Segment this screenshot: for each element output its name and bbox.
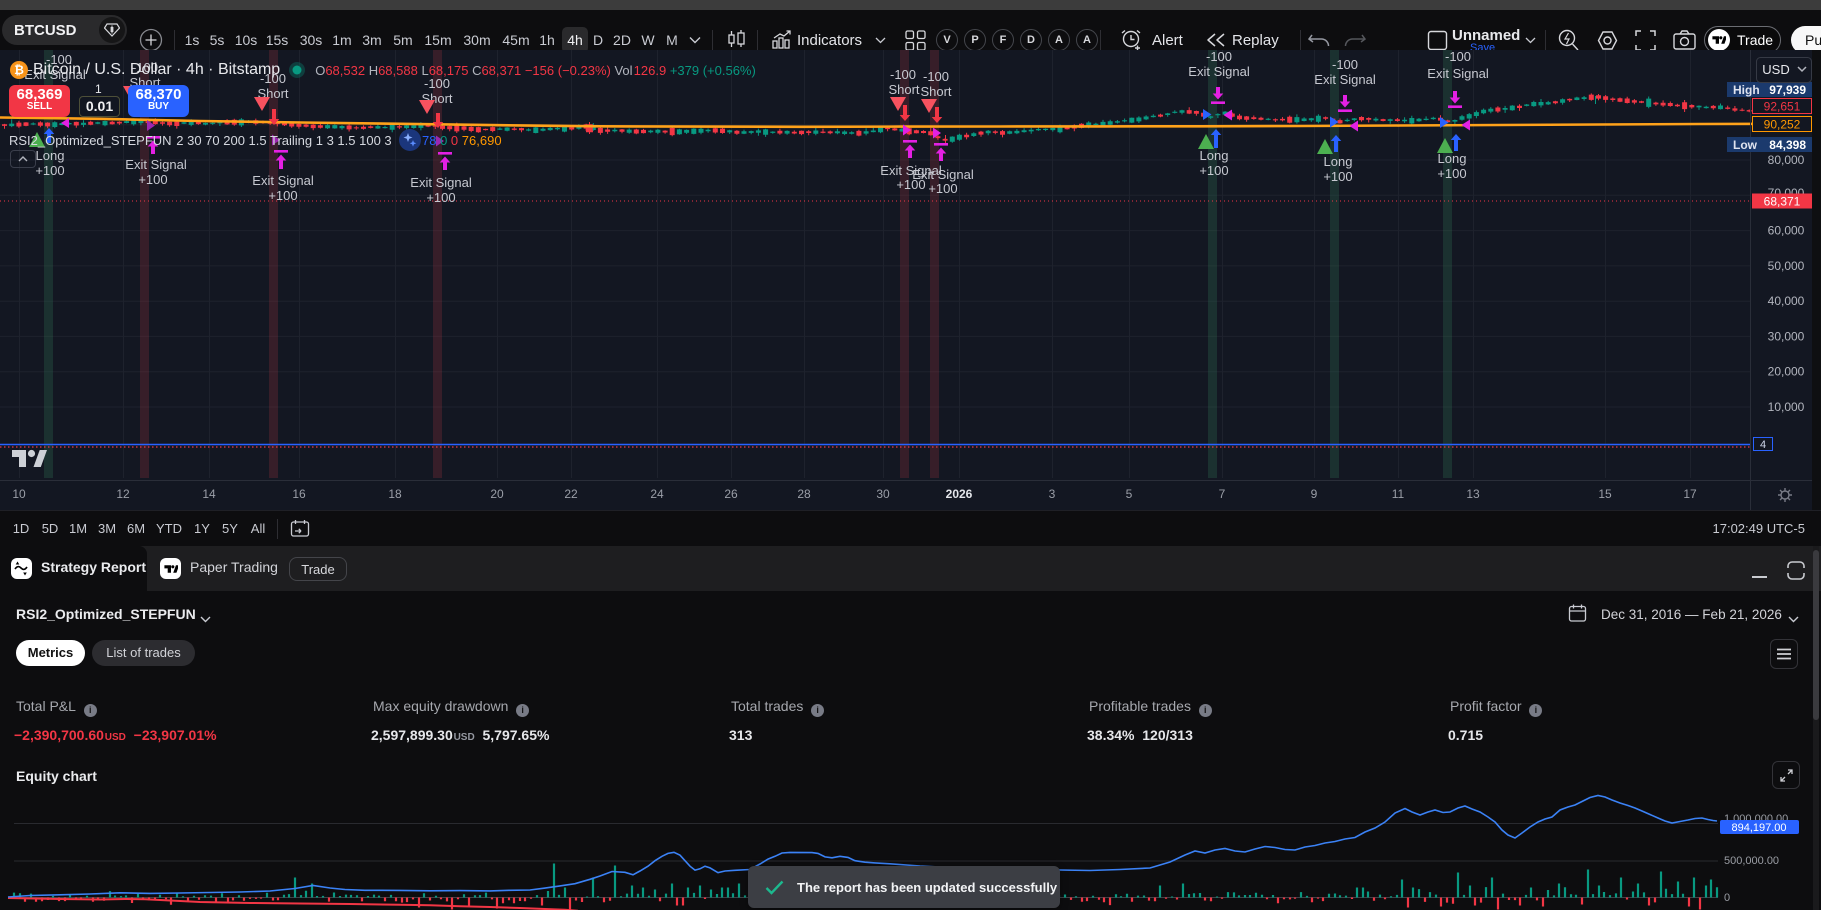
svg-text:500,000.00: 500,000.00 — [1724, 855, 1779, 867]
svg-text:894,197.00: 894,197.00 — [1731, 822, 1786, 834]
svg-text:0: 0 — [1724, 892, 1730, 904]
